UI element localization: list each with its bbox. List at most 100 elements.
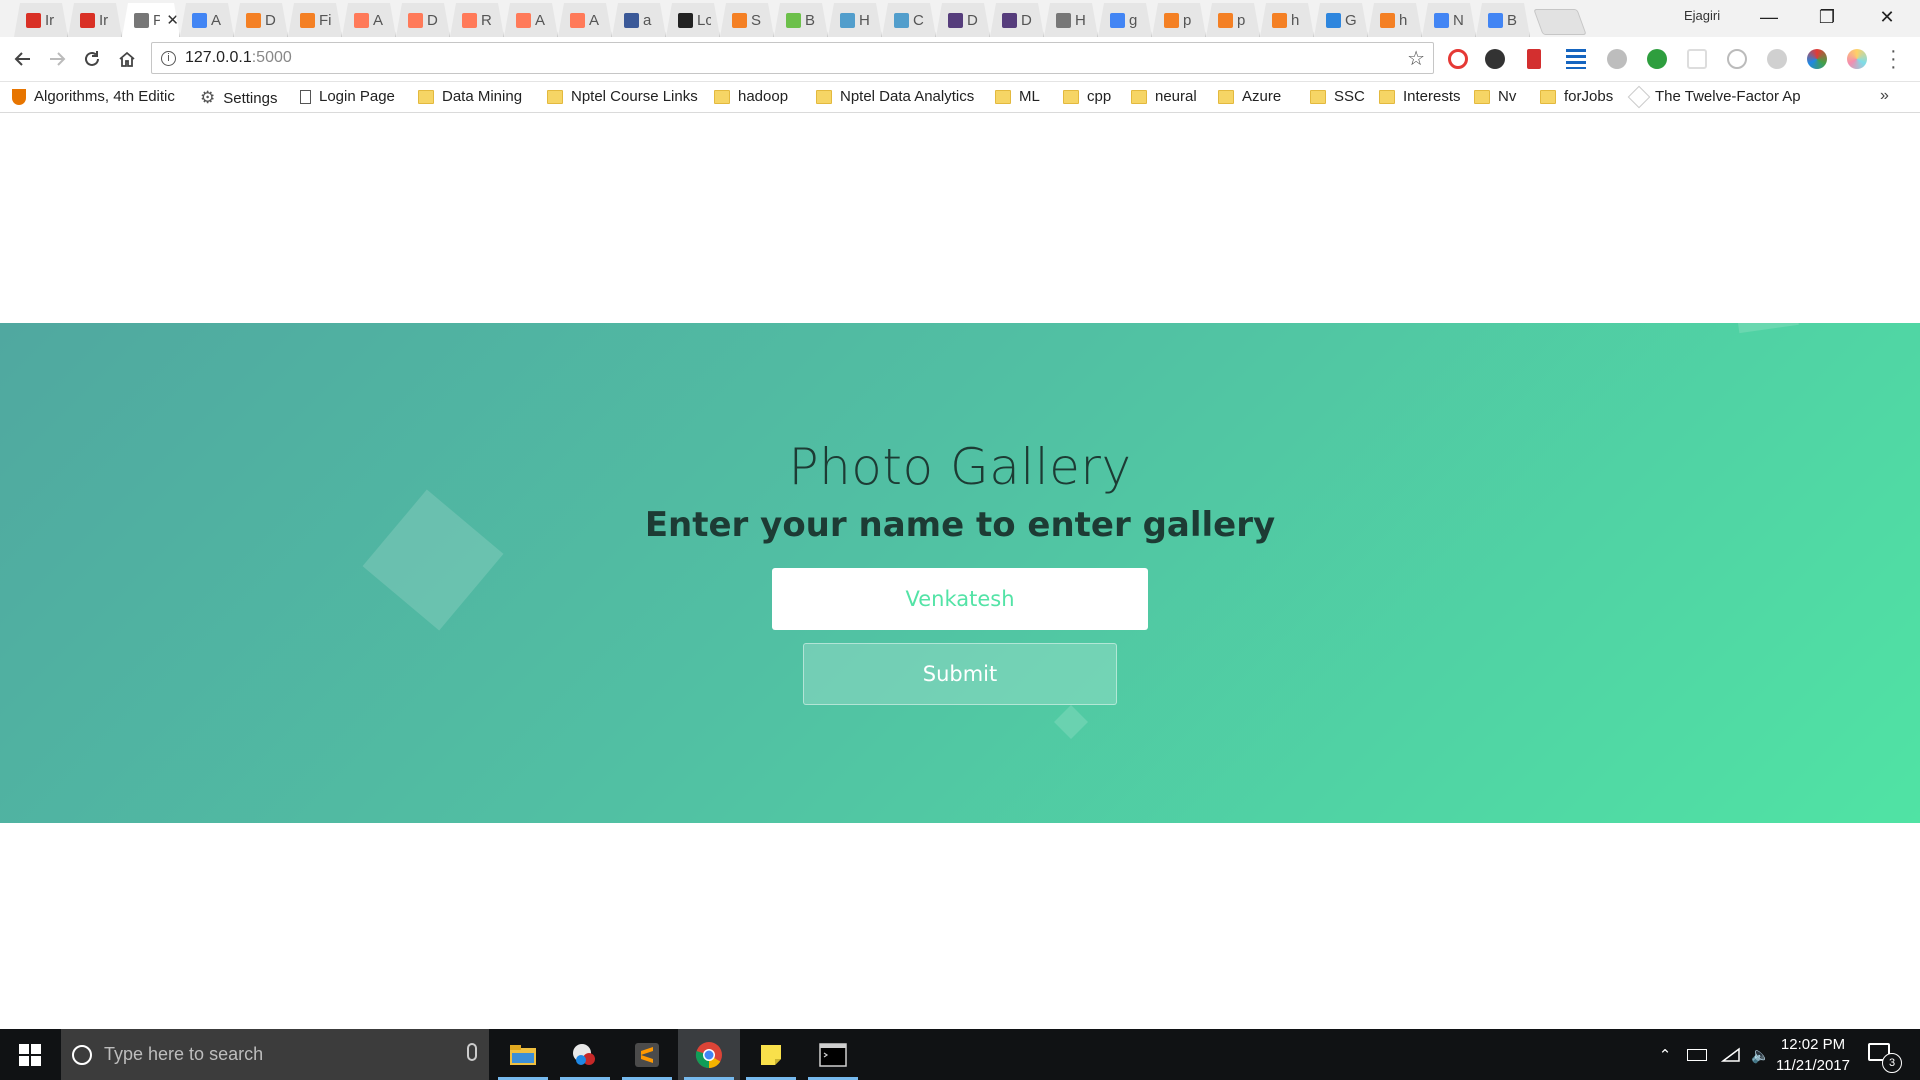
bookmark-item[interactable]: hadoop — [714, 88, 788, 105]
green-extension-icon[interactable] — [1647, 49, 1667, 69]
browser-tab[interactable]: h — [1368, 3, 1422, 37]
stack-extension-icon[interactable] — [1566, 49, 1586, 69]
tab-title: p — [1183, 11, 1192, 29]
browser-tab[interactable]: N — [1422, 3, 1476, 37]
tab-title: Lc — [697, 11, 711, 29]
bookmark-label: Login Page — [319, 88, 395, 105]
bookmark-extension-icon[interactable] — [1527, 49, 1541, 69]
multicolor-extension-icon[interactable] — [1847, 49, 1867, 69]
browser-tab[interactable]: Fi — [288, 3, 342, 37]
folder-icon — [1474, 89, 1490, 104]
browser-tab[interactable]: A — [558, 3, 612, 37]
bookmarks-overflow-button[interactable]: » — [1880, 87, 1889, 105]
taskbar-search[interactable]: Type here to search — [61, 1029, 489, 1080]
home-button[interactable] — [112, 44, 142, 74]
bookmark-item[interactable]: forJobs — [1540, 88, 1613, 105]
color-extension-icon[interactable] — [1807, 49, 1827, 69]
file-explorer-app[interactable] — [492, 1029, 554, 1080]
browser-tab[interactable]: H — [1044, 3, 1098, 37]
browser-tab[interactable]: D — [396, 3, 450, 37]
chrome-menu-icon[interactable]: · · · — [1890, 41, 1897, 77]
browser-tab[interactable]: G — [1314, 3, 1368, 37]
bookmark-item[interactable]: The Twelve-Factor Ap — [1627, 85, 1801, 108]
browser-tab[interactable]: Lc — [666, 3, 720, 37]
browser-tab[interactable]: Ir — [14, 3, 68, 37]
opera-extension-icon[interactable] — [1448, 49, 1468, 69]
x-extension-icon[interactable] — [1767, 49, 1787, 69]
wifi-icon[interactable] — [1721, 1047, 1741, 1063]
close-tab-icon[interactable]: ✕ — [166, 11, 179, 29]
restore-button[interactable]: ❐ — [1798, 0, 1856, 34]
extension-badge-icon[interactable] — [1485, 49, 1505, 69]
reload-button[interactable] — [77, 44, 107, 74]
browser-tab[interactable]: H — [828, 3, 882, 37]
skype-extension-icon[interactable] — [1727, 49, 1747, 69]
hubspot-icon — [462, 13, 477, 28]
windows-logo-icon — [19, 1043, 41, 1066]
browser-tab[interactable]: g — [1098, 3, 1152, 37]
battery-icon[interactable] — [1687, 1048, 1707, 1061]
bookmark-item[interactable]: Login Page — [300, 88, 395, 105]
bookmark-item[interactable]: Nptel Data Analytics — [816, 88, 974, 105]
bookmark-item[interactable]: Algorithms, 4th Editic — [12, 88, 175, 105]
tab-title: B — [805, 11, 816, 29]
browser-tab[interactable]: B — [774, 3, 828, 37]
bookmark-item[interactable]: Azure — [1218, 88, 1281, 105]
bookmark-item[interactable]: ⚙ Settings — [200, 88, 277, 108]
folder-icon — [1218, 89, 1234, 104]
address-bar[interactable]: i 127.0.0.1:5000 ☆ — [151, 42, 1434, 74]
snipping-tool-app[interactable] — [554, 1029, 616, 1080]
sublime-text-app[interactable] — [616, 1029, 678, 1080]
microphone-icon[interactable] — [467, 1043, 477, 1061]
tab-list: Ir Ir Pl ✕ A D Fi A D R A Aa Lc S B H C D D Hg p p h Gh N B — [14, 3, 1587, 37]
bookmark-item[interactable]: Nv — [1474, 88, 1516, 105]
bookmark-star-icon[interactable]: ☆ — [1407, 46, 1425, 71]
chrome-app[interactable] — [678, 1029, 740, 1080]
browser-tab[interactable]: A — [342, 3, 396, 37]
back-button[interactable] — [8, 44, 38, 74]
action-center-button[interactable]: 3 — [1868, 1043, 1902, 1073]
minimize-button[interactable]: — — [1740, 0, 1798, 34]
browser-tab[interactable]: D — [234, 3, 288, 37]
bookmark-item[interactable]: neural — [1131, 88, 1197, 105]
volume-icon[interactable]: 🔈 — [1751, 1046, 1770, 1064]
site-info-icon[interactable]: i — [161, 50, 176, 66]
browser-tab[interactable]: D — [990, 3, 1044, 37]
sticky-notes-app[interactable] — [740, 1029, 802, 1080]
show-hidden-icons-icon[interactable]: ⌃ — [1653, 1046, 1677, 1064]
drive-extension-icon[interactable] — [1607, 49, 1627, 69]
camera-extension-icon[interactable] — [1687, 49, 1707, 69]
browser-tab[interactable]: D — [936, 3, 990, 37]
browser-tab[interactable]: A — [504, 3, 558, 37]
bookmark-item[interactable]: Nptel Course Links — [547, 88, 698, 105]
close-window-button[interactable]: ✕ — [1858, 0, 1916, 34]
name-input[interactable] — [772, 568, 1148, 630]
browser-tab[interactable]: a — [612, 3, 666, 37]
bookmark-item[interactable]: SSC — [1310, 88, 1365, 105]
submit-button[interactable]: Submit — [803, 643, 1117, 705]
command-prompt-app[interactable] — [802, 1029, 864, 1080]
browser-tab[interactable]: h — [1260, 3, 1314, 37]
browser-tab[interactable]: Pl ✕ — [122, 3, 180, 37]
profile-name[interactable]: Ejagiri — [1684, 8, 1720, 23]
bookmark-item[interactable]: Data Mining — [418, 88, 522, 105]
forward-button[interactable] — [42, 44, 72, 74]
folder-icon — [418, 89, 434, 104]
browser-tab[interactable]: A — [180, 3, 234, 37]
taskbar-clock[interactable]: 12:02 PM 11/21/2017 — [1770, 1034, 1856, 1076]
hubspot-icon — [570, 13, 585, 28]
home-icon — [119, 51, 135, 67]
bookmark-item[interactable]: Interests — [1379, 88, 1461, 105]
new-tab-button[interactable] — [1533, 9, 1587, 35]
start-button[interactable] — [0, 1029, 60, 1080]
browser-tab[interactable]: p — [1206, 3, 1260, 37]
browser-tab[interactable]: Ir — [68, 3, 122, 37]
bookmark-item[interactable]: cpp — [1063, 88, 1111, 105]
browser-tab[interactable]: p — [1152, 3, 1206, 37]
stackoverflow-icon — [1272, 13, 1287, 28]
bookmark-item[interactable]: ML — [995, 88, 1040, 105]
browser-tab[interactable]: B — [1476, 3, 1530, 37]
browser-tab[interactable]: C — [882, 3, 936, 37]
browser-tab[interactable]: S — [720, 3, 774, 37]
browser-tab[interactable]: R — [450, 3, 504, 37]
